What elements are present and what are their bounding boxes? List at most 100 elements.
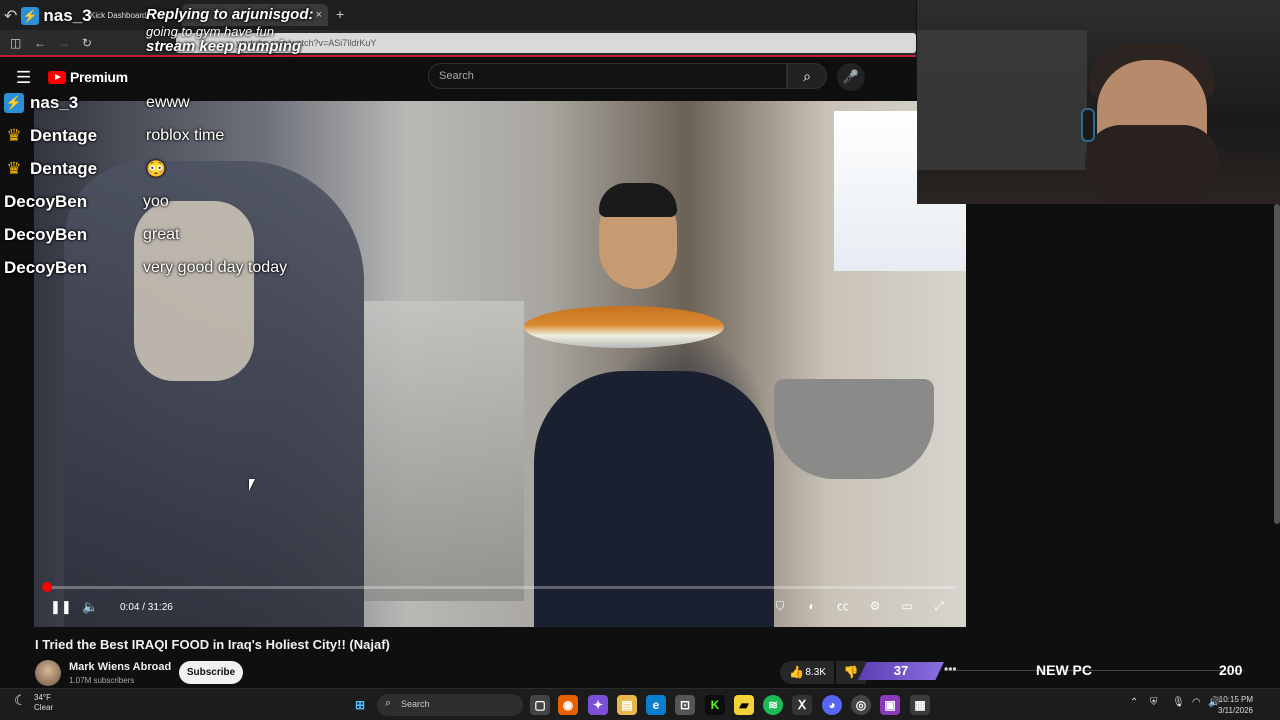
back-icon[interactable]: ← xyxy=(34,36,46,50)
task-view-icon[interactable]: ▢ xyxy=(530,695,550,715)
kick-icon[interactable]: K xyxy=(705,695,725,715)
reply-username: nas_3 xyxy=(43,6,92,25)
chat-username: DecoyBen xyxy=(4,191,88,211)
wifi-icon[interactable]: ◠ xyxy=(1192,697,1201,708)
fullscreen-icon[interactable]: ⤢ xyxy=(929,597,949,615)
sidebar-toggle-icon[interactable]: ◫ xyxy=(10,36,21,50)
miniplayer-icon[interactable]: ▭ xyxy=(897,597,917,615)
tray-shield-icon[interactable]: ⛨ xyxy=(1150,697,1158,708)
chat-text: 😳 xyxy=(146,160,166,178)
firefox-icon[interactable]: ◉ xyxy=(558,695,578,715)
thumbs-up-icon: 👍 xyxy=(789,665,804,679)
thumbs-down-icon: 👎 xyxy=(843,665,859,679)
chat-message: DecoyBen great xyxy=(0,218,330,251)
captions-icon[interactable]: ㏄ xyxy=(833,597,853,615)
taskbar: ☾ 34°F Clear ⊞ ⌕ Search ▢ ◉ ✦ ▤ e ⊡ K ▰ … xyxy=(0,688,1280,720)
mouse-cursor xyxy=(249,479,255,491)
search-icon[interactable]: ⌕ xyxy=(787,63,827,89)
chat-text: yoo xyxy=(143,192,169,210)
reload-icon[interactable]: ↻ xyxy=(82,36,92,50)
goal-label: NEW PC xyxy=(1036,662,1092,678)
windows-start-icon[interactable]: ⊞ xyxy=(350,695,370,715)
spotify-icon[interactable]: ≋ xyxy=(763,695,783,715)
clock-time: 10:15 PM xyxy=(1218,695,1253,704)
kick-badge-icon: ⚡ xyxy=(21,7,40,25)
youtube-play-icon xyxy=(48,70,66,84)
search-input[interactable]: Search xyxy=(428,63,787,89)
reply-line-3: stream keep pumping xyxy=(146,38,302,55)
store-icon[interactable]: ⊡ xyxy=(675,695,695,715)
menu-icon[interactable]: ☰ xyxy=(16,68,31,88)
new-tab-button[interactable]: + xyxy=(336,6,344,22)
goal-value: 200 xyxy=(1219,662,1243,678)
taskbar-search[interactable]: ⌕ Search xyxy=(377,694,523,716)
chat-message: ♛ Dentage roblox time xyxy=(0,119,330,152)
chat-username: Dentage xyxy=(30,158,98,178)
like-count: 8.3K xyxy=(805,667,826,678)
screen: Kick Dashboard × + ◫ ← → ↻ youtube.com/w… xyxy=(0,0,1280,720)
chat-overlay: ⚡ nas_3 ewww ♛ Dentage roblox time ♛ Den… xyxy=(0,86,330,284)
autoplay-toggle[interactable]: ◐ xyxy=(800,597,824,615)
notes-icon[interactable]: ▰ xyxy=(734,695,754,715)
tab-label: Kick Dashboard xyxy=(90,10,147,20)
shield-icon[interactable]: ⛉ xyxy=(770,597,790,615)
video-time: 0:04 / 31:26 xyxy=(120,602,173,613)
file-explorer-icon[interactable]: ▤ xyxy=(617,695,637,715)
reply-user: ↶ ⚡ nas_3 xyxy=(4,6,92,26)
tray-chevron-icon[interactable]: ⌃ xyxy=(1130,697,1138,708)
chat-text: roblox time xyxy=(146,126,225,144)
chat-username: nas_3 xyxy=(30,92,79,112)
subscribe-button[interactable]: Subscribe xyxy=(179,661,243,684)
webcam-background xyxy=(917,30,1087,170)
chat-username: Dentage xyxy=(30,125,98,145)
close-tab-icon[interactable]: × xyxy=(316,9,322,21)
pause-icon[interactable]: ❚❚ xyxy=(50,599,72,615)
crown-icon: ♛ xyxy=(6,158,22,178)
channel-name[interactable]: Mark Wiens Abroad xyxy=(69,661,171,673)
app-icon-2[interactable]: ▣ xyxy=(880,695,900,715)
clock-date: 3/11/2026 xyxy=(1218,706,1253,715)
weather-condition: Clear xyxy=(34,703,54,712)
chat-text: ewww xyxy=(146,93,190,111)
address-bar: ◫ ← → ↻ youtube.com/watch?v=ASi7lldrKuY xyxy=(0,30,916,57)
webcam-feed xyxy=(917,0,1280,204)
more-options-icon[interactable]: ••• xyxy=(944,662,957,676)
chat-message: DecoyBen very good day today xyxy=(0,251,330,284)
goal-count: 37 xyxy=(858,662,944,680)
youtube-logo[interactable]: Premium xyxy=(48,69,128,85)
like-button[interactable]: 👍 8.3K xyxy=(780,661,834,684)
app-icon-3[interactable]: ▦ xyxy=(910,695,930,715)
video-progress-bar[interactable] xyxy=(42,582,956,592)
taskbar-search-label: Search xyxy=(401,699,430,709)
goal-divider xyxy=(944,670,1244,671)
forward-icon[interactable]: → xyxy=(58,36,70,50)
tray-mic-icon[interactable]: 🎙 xyxy=(1172,697,1185,708)
chat-username: DecoyBen xyxy=(4,224,88,244)
video-host-hair xyxy=(599,183,677,217)
video-title: I Tried the Best IRAQI FOOD in Iraq's Ho… xyxy=(35,637,390,652)
edge-icon[interactable]: e xyxy=(646,695,666,715)
discord-icon[interactable]: ◕ xyxy=(822,695,842,715)
volume-icon[interactable]: 🔈 xyxy=(82,599,98,615)
reply-line-2: going to gym have fun xyxy=(146,24,274,39)
system-clock[interactable]: 10:15 PM 3/11/2026 xyxy=(1218,694,1253,716)
chat-message: DecoyBen yoo xyxy=(0,185,330,218)
subscriber-count: 1.07M subscribers xyxy=(69,676,135,685)
app-icon[interactable]: Ⅹ xyxy=(792,695,812,715)
scrollbar[interactable] xyxy=(1274,204,1280,524)
copilot-icon[interactable]: ✦ xyxy=(588,695,608,715)
chat-message: ⚡ nas_3 ewww xyxy=(0,86,330,119)
webcam-beard xyxy=(1085,125,1219,204)
chat-text: great xyxy=(143,225,180,243)
weather-temp: 34°F xyxy=(34,693,51,702)
headset-icon xyxy=(1081,108,1095,142)
crown-icon: ♛ xyxy=(6,125,22,145)
settings-icon[interactable]: ⚙ xyxy=(865,597,885,615)
obs-icon[interactable]: ◎ xyxy=(851,695,871,715)
microphone-icon[interactable]: 🎤 xyxy=(837,63,865,91)
progress-scrubber[interactable] xyxy=(42,582,52,592)
weather-widget[interactable]: ☾ 34°F Clear xyxy=(14,693,53,713)
channel-avatar[interactable] xyxy=(35,660,61,686)
video-food-plate xyxy=(524,306,724,348)
weather-icon: ☾ xyxy=(14,692,27,708)
